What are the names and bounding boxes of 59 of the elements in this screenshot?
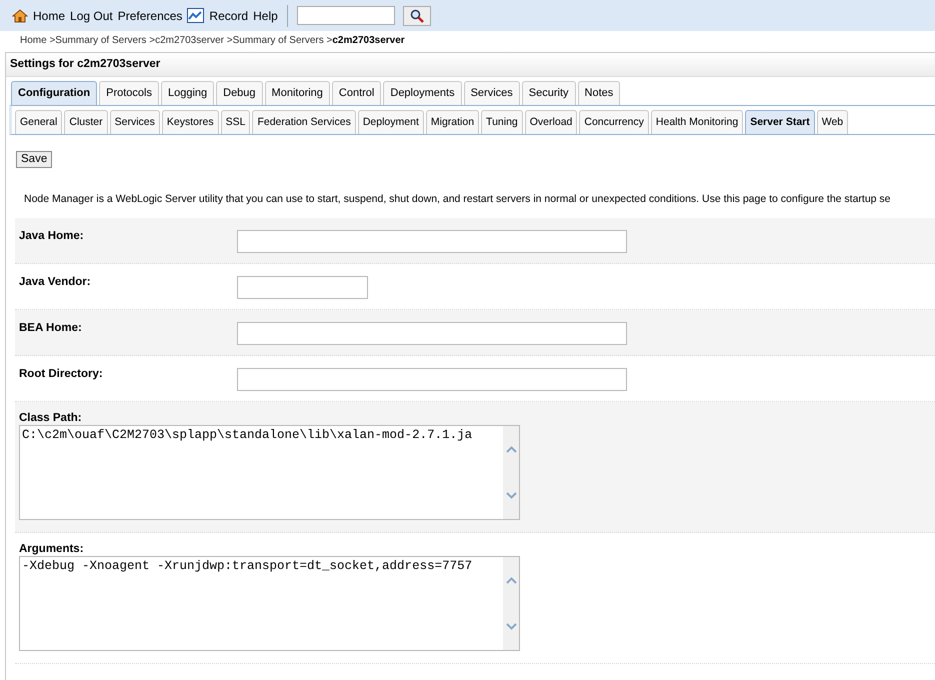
field-label: Java Home:: [19, 228, 85, 244]
toolbar-link[interactable]: Help: [253, 6, 278, 24]
tab[interactable]: Configuration: [11, 81, 98, 105]
tab[interactable]: Services: [110, 110, 160, 134]
tab[interactable]: Overload: [524, 110, 578, 134]
scrollbar[interactable]: [503, 426, 519, 519]
tab[interactable]: Debug: [216, 81, 263, 105]
tab[interactable]: Keystores: [162, 110, 219, 134]
field-label: Arguments:: [19, 542, 85, 556]
breadcrumb-link[interactable]: Summary of Servers >: [55, 32, 156, 48]
text-field[interactable]: [237, 368, 627, 391]
field-label: BEA Home:: [19, 320, 83, 336]
tab[interactable]: Health Monitoring: [650, 110, 744, 134]
up-chevron-icon[interactable]: [506, 576, 516, 584]
home-icon: [12, 8, 28, 24]
breadcrumb-link[interactable]: c2m2703server >: [155, 32, 233, 48]
tab[interactable]: Security: [522, 81, 576, 105]
tab[interactable]: Logging: [160, 81, 214, 105]
toolbar-link[interactable]: Preferences: [118, 6, 182, 24]
text-field[interactable]: [237, 322, 627, 345]
description-text: Node Manager is a WebLogic Server utility that you can use to start, suspend, shut down, and restart servers in normal or unexpected conditions. Use this page to configure the startup se: [23, 192, 892, 207]
text-area[interactable]: C:\c2m\ouaf\C2M2703\splapp\standalone\lib\xalan-mod-2.7.1.ja: [19, 424, 520, 520]
text-area[interactable]: -Xdebug -Xnoagent -Xrunjdwp:transport=dt_socket,address=7757: [19, 556, 520, 651]
chart-icon: [187, 8, 204, 23]
toolbar-link[interactable]: Log Out: [70, 6, 113, 24]
search-field[interactable]: [296, 6, 395, 25]
tab[interactable]: Protocols: [99, 81, 159, 105]
down-chevron-icon[interactable]: [506, 492, 516, 499]
tab[interactable]: Monitoring: [264, 81, 330, 105]
up-chevron-icon[interactable]: [506, 446, 516, 452]
tab[interactable]: Control: [332, 81, 382, 105]
tab[interactable]: General: [15, 110, 62, 134]
tab[interactable]: Tuning: [481, 110, 523, 134]
breadcrumb-link[interactable]: Home >: [20, 32, 56, 48]
search-icon: [410, 8, 424, 22]
text-field[interactable]: [237, 230, 627, 253]
search-button[interactable]: [402, 6, 431, 26]
field-label: Java Vendor:: [19, 274, 92, 290]
tab[interactable]: Notes: [578, 81, 620, 105]
tab[interactable]: Migration: [426, 110, 480, 134]
scrollbar[interactable]: [503, 556, 519, 650]
field-label: Class Path:: [19, 412, 83, 425]
tab[interactable]: Deployments: [383, 81, 462, 105]
down-chevron-icon[interactable]: [506, 623, 516, 630]
text-field[interactable]: [237, 276, 368, 299]
field-label: Root Directory:: [19, 366, 104, 382]
breadcrumb-link[interactable]: Summary of Servers >: [232, 32, 332, 48]
tab[interactable]: SSL: [220, 110, 250, 134]
tab[interactable]: Federation Services: [252, 110, 356, 134]
tab[interactable]: Cluster: [64, 110, 108, 134]
toolbar-link[interactable]: Record: [209, 6, 248, 24]
tab[interactable]: Web: [816, 110, 848, 134]
toolbar-link[interactable]: Home: [33, 6, 66, 24]
save-button[interactable]: Save: [16, 151, 52, 168]
tab[interactable]: Server Start: [745, 110, 815, 134]
tab[interactable]: Deployment: [358, 110, 424, 134]
breadcrumb-link[interactable]: c2m2703server: [332, 32, 405, 48]
tab[interactable]: Concurrency: [579, 110, 649, 134]
tab[interactable]: Services: [464, 81, 520, 105]
